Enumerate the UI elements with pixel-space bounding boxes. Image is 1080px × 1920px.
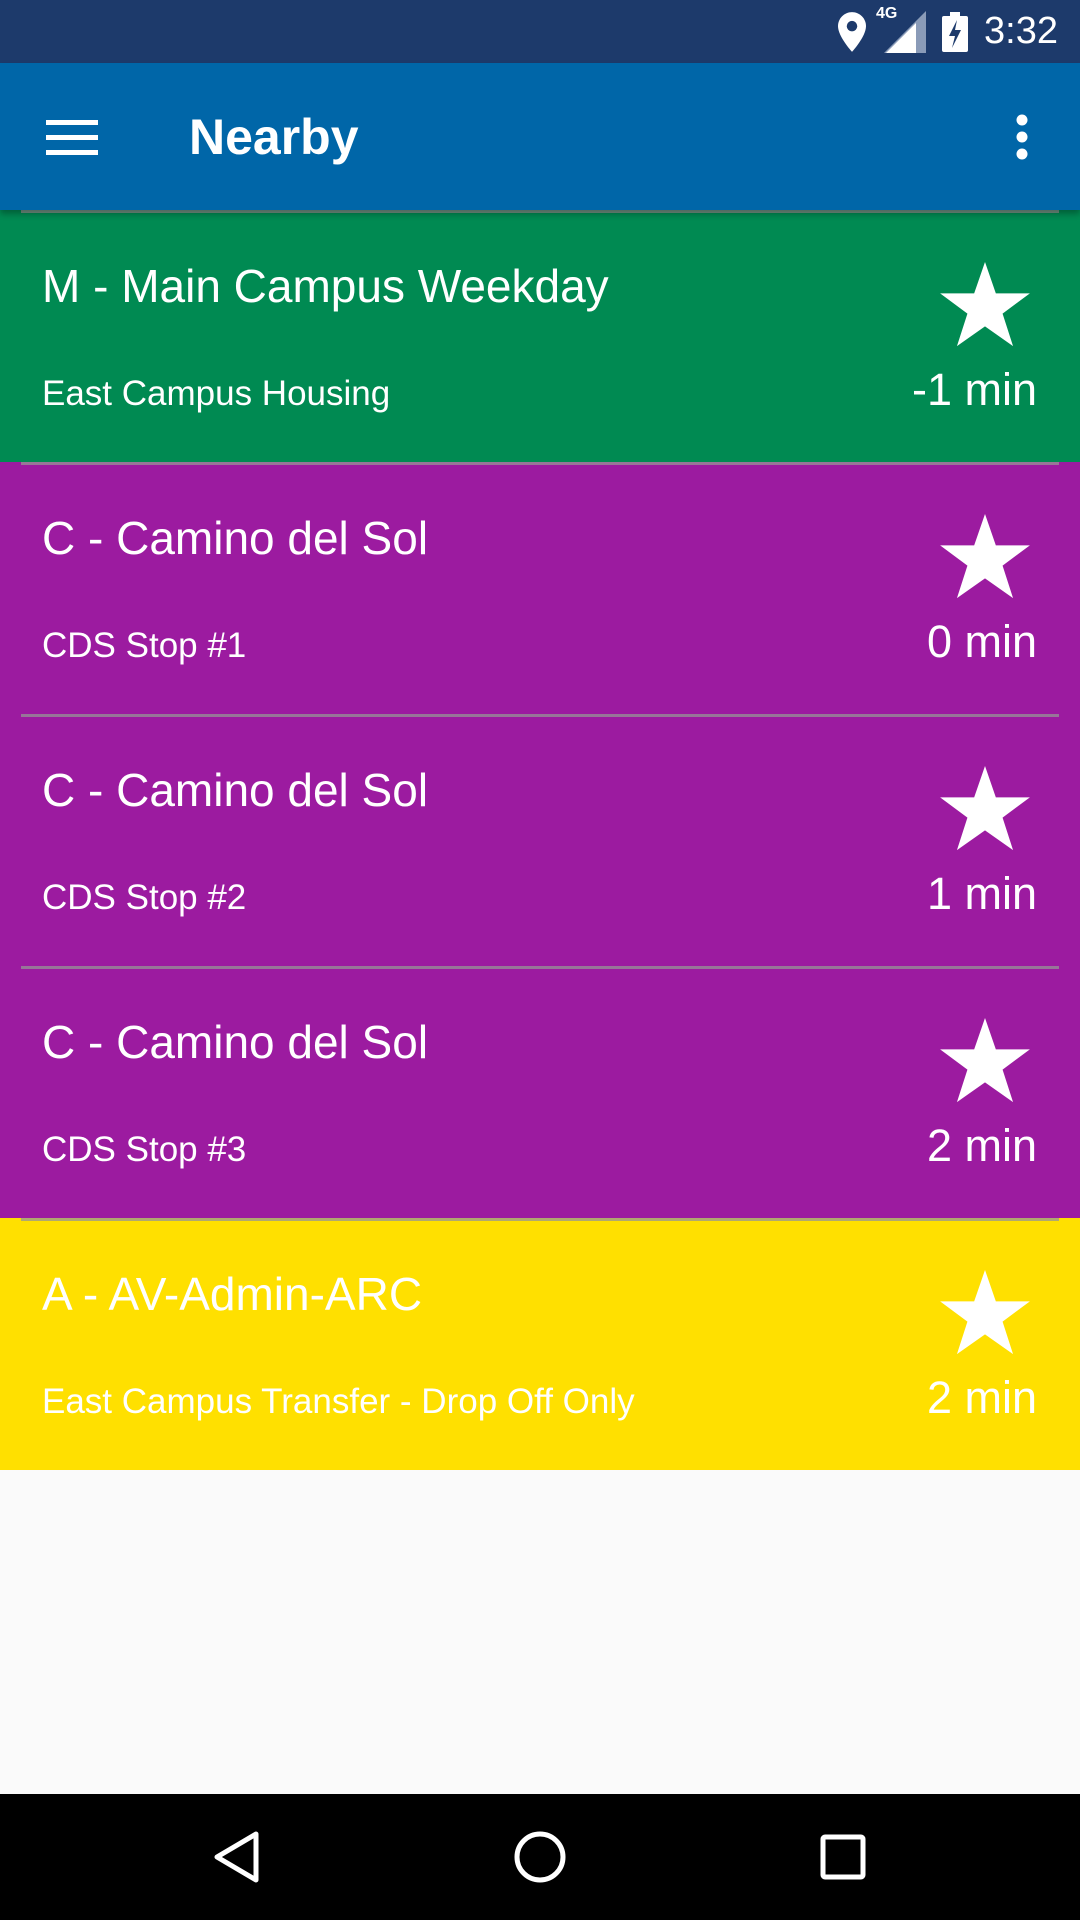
star-icon[interactable] xyxy=(937,761,1033,857)
divider xyxy=(21,714,1059,717)
back-icon[interactable] xyxy=(196,1817,276,1897)
stop-name: CDS Stop #3 xyxy=(42,1130,247,1169)
divider xyxy=(21,210,1059,213)
cell-signal-icon: 4G xyxy=(876,5,927,53)
network-type-label: 4G xyxy=(876,4,898,22)
page-title: Nearby xyxy=(189,109,359,165)
battery-charging-icon xyxy=(942,11,969,52)
status-clock: 3:32 xyxy=(984,10,1058,52)
home-icon[interactable] xyxy=(500,1817,580,1897)
more-vert-icon[interactable] xyxy=(992,107,1052,167)
eta-label: 1 min xyxy=(926,868,1037,919)
divider xyxy=(21,1218,1059,1221)
arrivals-list: M - Main Campus Weekday East Campus Hous… xyxy=(0,210,1080,1470)
route-name: A - AV-Admin-ARC xyxy=(42,1268,423,1320)
list-item-4[interactable]: A - AV-Admin-ARC East Campus Transfer - … xyxy=(0,1218,1080,1470)
route-name: C - Camino del Sol xyxy=(42,512,429,564)
status-bar: 4G 3:32 xyxy=(0,0,1080,63)
divider xyxy=(21,462,1059,465)
eta-label: -1 min xyxy=(911,364,1037,415)
eta-label: 0 min xyxy=(926,616,1037,667)
list-item-0[interactable]: M - Main Campus Weekday East Campus Hous… xyxy=(0,210,1080,462)
star-icon[interactable] xyxy=(937,1265,1033,1361)
star-icon[interactable] xyxy=(937,257,1033,353)
stop-name: CDS Stop #2 xyxy=(42,878,247,917)
route-name: M - Main Campus Weekday xyxy=(42,260,609,312)
location-icon xyxy=(838,11,867,52)
stop-name: East Campus Transfer - Drop Off Only xyxy=(42,1382,635,1421)
hamburger-menu-icon[interactable] xyxy=(40,107,104,167)
system-nav-bar xyxy=(0,1794,1080,1920)
recents-icon[interactable] xyxy=(803,1817,883,1897)
star-icon[interactable] xyxy=(937,509,1033,605)
eta-label: 2 min xyxy=(926,1120,1037,1171)
stop-name: CDS Stop #1 xyxy=(42,626,247,665)
star-icon[interactable] xyxy=(937,1013,1033,1109)
list-item-3[interactable]: C - Camino del Sol CDS Stop #3 2 min xyxy=(0,966,1080,1218)
app-bar: Nearby xyxy=(0,63,1080,210)
route-name: C - Camino del Sol xyxy=(42,1016,429,1068)
list-item-2[interactable]: C - Camino del Sol CDS Stop #2 1 min xyxy=(0,714,1080,966)
list-item-1[interactable]: C - Camino del Sol CDS Stop #1 0 min xyxy=(0,462,1080,714)
eta-label: 2 min xyxy=(926,1372,1037,1423)
stop-name: East Campus Housing xyxy=(42,374,391,413)
divider xyxy=(21,966,1059,969)
route-name: C - Camino del Sol xyxy=(42,764,429,816)
